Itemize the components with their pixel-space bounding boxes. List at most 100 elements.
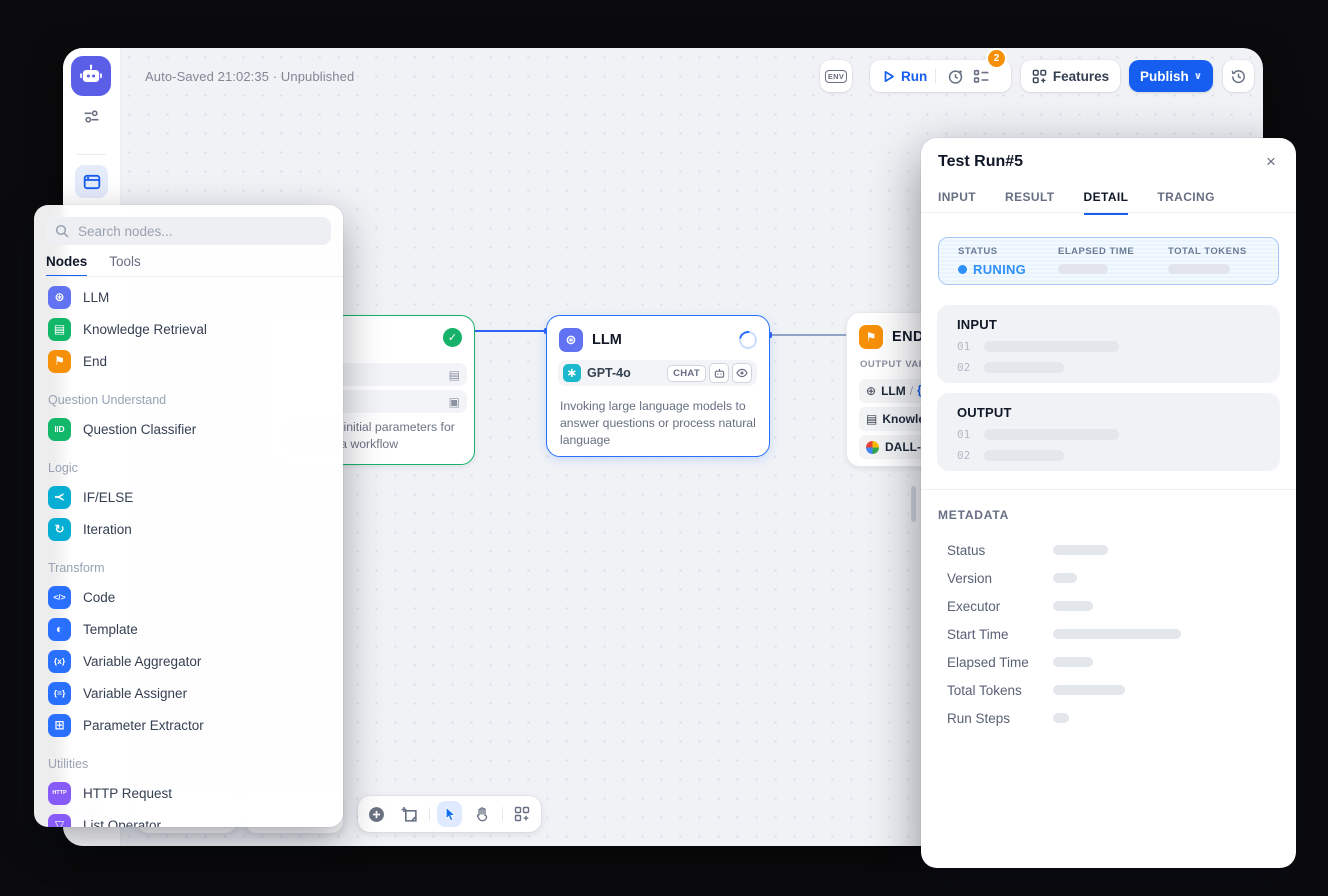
- divider: [935, 69, 936, 83]
- skeleton-bar: [1053, 601, 1093, 611]
- node-section-title: Transform: [34, 545, 343, 581]
- model-selector[interactable]: ∗ GPT-4o CHAT: [558, 360, 757, 386]
- skeleton-bar: [984, 450, 1064, 461]
- metadata-row: Status: [921, 536, 1296, 564]
- skeleton-bar: [984, 362, 1064, 373]
- skeleton-bar: [1053, 545, 1108, 555]
- skeleton-bar: [1058, 264, 1108, 274]
- divider: [921, 489, 1296, 490]
- node-item-label: Knowledge Retrieval: [83, 322, 207, 337]
- knowledge-retrieval-icon: ▤: [48, 318, 71, 341]
- add-note-button[interactable]: [396, 801, 421, 827]
- canvas-scrollbar[interactable]: [911, 486, 916, 522]
- node-item-label: List Operator: [83, 818, 161, 828]
- publish-label: Publish: [1140, 69, 1189, 84]
- test-run-panel: Test Run#5 × INPUTRESULTDETAILTRACING ST…: [921, 138, 1296, 868]
- metadata-row: Elapsed Time: [921, 648, 1296, 676]
- metadata-label: Executor: [947, 599, 1053, 614]
- node-item-list-operator[interactable]: ▽ List Operator: [34, 809, 343, 827]
- divider: [921, 212, 1296, 213]
- skeleton-bar: [1053, 657, 1093, 667]
- metadata-row: Run Steps: [921, 704, 1296, 732]
- checklist-timer-icon[interactable]: [944, 63, 966, 89]
- checklist-count-badge: 2: [988, 50, 1005, 67]
- tab-tools[interactable]: Tools: [109, 254, 141, 277]
- env-icon: ENV: [825, 70, 847, 83]
- workflow-settings-icon[interactable]: [63, 108, 120, 125]
- hand-tool-button[interactable]: [469, 801, 494, 827]
- sidebar-divider: [77, 154, 106, 155]
- play-icon[interactable]: [883, 70, 895, 83]
- node-item-http-request[interactable]: HTTPHTTP Request: [34, 777, 343, 809]
- metadata-rows: StatusVersionExecutorStart TimeElapsed T…: [921, 536, 1296, 732]
- node-item-parameter-extractor[interactable]: ⊞ Parameter Extractor: [34, 709, 343, 741]
- line-number: 01: [957, 428, 970, 441]
- line-number: 02: [957, 449, 970, 462]
- checklist-icon[interactable]: [970, 63, 992, 89]
- metadata-label: Total Tokens: [947, 683, 1053, 698]
- metadata-label: Elapsed Time: [947, 655, 1053, 670]
- pointer-tool-button[interactable]: [437, 801, 462, 827]
- node-item-iteration[interactable]: ↻Iteration: [34, 513, 343, 545]
- llm-node[interactable]: ⊛ LLM ∗ GPT-4o CHAT: [546, 315, 770, 457]
- if-else-icon: Y: [48, 486, 71, 509]
- metadata-label: Status: [947, 543, 1053, 558]
- parameter-extractor-icon: ⊞: [48, 714, 71, 737]
- node-item-code[interactable]: </>Code: [34, 581, 343, 613]
- node-item-variable-aggregator[interactable]: {x}Variable Aggregator: [34, 645, 343, 677]
- node-item-question-classifier[interactable]: ‖DQuestion Classifier: [34, 413, 343, 445]
- close-icon[interactable]: ×: [1260, 151, 1282, 173]
- search-input[interactable]: [76, 223, 310, 240]
- metadata-row: Version: [921, 564, 1296, 592]
- sidebar-item-workflow-active[interactable]: [75, 165, 108, 198]
- model-name: GPT-4o: [587, 366, 631, 380]
- metadata-label: Run Steps: [947, 711, 1053, 726]
- node-item-if-else[interactable]: YIF/ELSE: [34, 481, 343, 513]
- features-label: Features: [1053, 69, 1109, 84]
- total-tokens-label: TOTAL TOKENS: [1168, 246, 1247, 257]
- node-item-label: Code: [83, 590, 115, 605]
- status-value: RUNING: [958, 262, 1058, 277]
- window-icon: [83, 173, 101, 191]
- output-title: OUTPUT: [957, 405, 1280, 420]
- skeleton-bar: [1053, 573, 1077, 583]
- input-card: INPUT 01 02: [937, 305, 1280, 383]
- add-node-button[interactable]: [364, 801, 389, 827]
- organize-nodes-button[interactable]: [510, 801, 535, 827]
- metadata-row: Total Tokens: [921, 676, 1296, 704]
- openai-icon: ∗: [563, 364, 581, 382]
- features-grid-icon: [1032, 69, 1047, 84]
- env-button[interactable]: ENV: [820, 60, 852, 92]
- node-section-title: Utilities: [34, 741, 343, 777]
- input-title: INPUT: [957, 317, 1280, 332]
- variable-aggregator-icon: {x}: [48, 650, 71, 673]
- list-operator-icon: ▽: [48, 814, 71, 828]
- edge-start-to-llm: [470, 330, 548, 332]
- output-card: OUTPUT 01 02: [937, 393, 1280, 471]
- node-item-label: End: [83, 354, 107, 369]
- skeleton-bar: [984, 341, 1119, 352]
- node-item-template[interactable]: ◐Template: [34, 613, 343, 645]
- success-check-icon: ✓: [443, 328, 462, 347]
- version-history-button[interactable]: [1223, 60, 1254, 92]
- node-item-variable-assigner[interactable]: {=}Variable Assigner: [34, 677, 343, 709]
- node-search-box[interactable]: [46, 217, 331, 245]
- node-item-knowledge-retrieval[interactable]: ▤ Knowledge Retrieval: [34, 313, 343, 345]
- publish-button[interactable]: Publish ∨: [1129, 60, 1213, 92]
- run-button[interactable]: Run: [901, 69, 927, 84]
- node-item-label: Parameter Extractor: [83, 718, 204, 733]
- edge-llm-to-end: [768, 334, 848, 336]
- paragraph-icon: ▤: [449, 368, 460, 382]
- node-item-label: LLM: [83, 290, 109, 305]
- app-logo-robot-icon[interactable]: [71, 56, 111, 96]
- node-item-end[interactable]: ⚑End: [34, 345, 343, 377]
- tab-nodes[interactable]: Nodes: [46, 254, 87, 277]
- node-search-panel: Nodes Tools ⊛LLM ▤ Knowledge Retrieval ⚑End…: [34, 205, 343, 827]
- line-number: 02: [957, 361, 970, 374]
- features-button[interactable]: Features: [1021, 60, 1120, 92]
- canvas-toolbar: [358, 796, 541, 832]
- elapsed-time-label: ELAPSED TIME: [1058, 246, 1168, 257]
- vision-eye-badge: [732, 363, 752, 383]
- metadata-title: METADATA: [938, 508, 1009, 522]
- node-item-llm[interactable]: ⊛LLM: [34, 281, 343, 313]
